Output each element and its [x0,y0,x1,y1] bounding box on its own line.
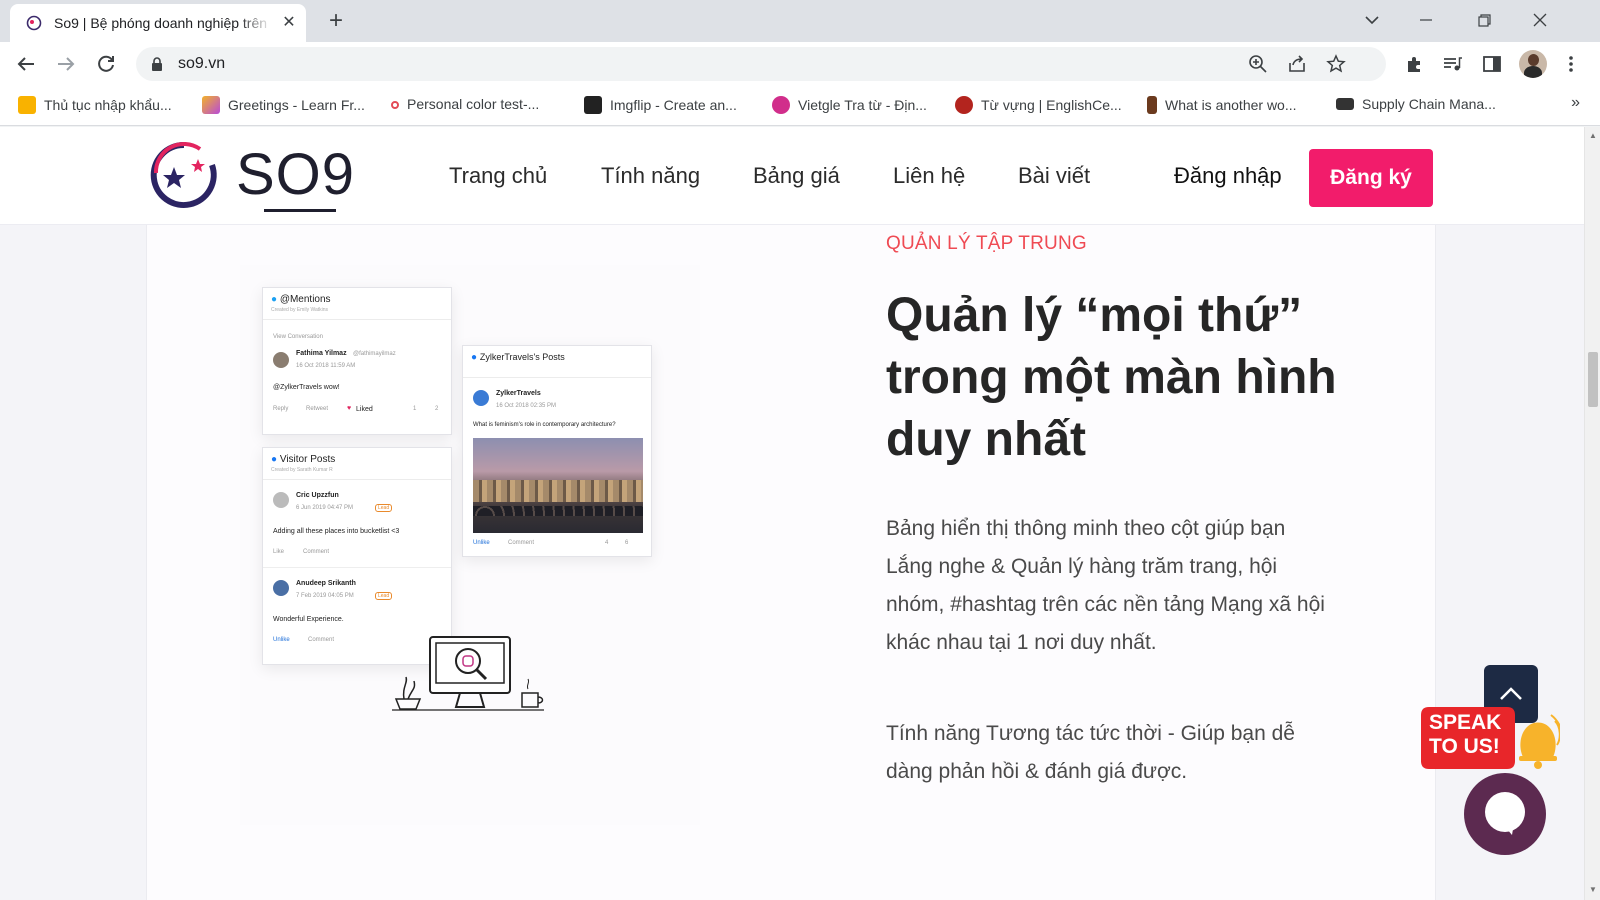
nav-tinh-nang[interactable]: Tính năng [601,163,700,189]
bookmark-item[interactable]: Personal color test-... [391,96,539,116]
section-paragraph-1: Bảng hiển thị thông minh theo cột giúp b… [886,517,1325,654]
media-queue-icon[interactable] [1441,53,1463,75]
section-paragraph-2: Tính năng Tương tác tức thời - Giúp bạn … [886,722,1295,783]
chat-launcher-button[interactable] [1464,773,1546,855]
nav-lien-he[interactable]: Liên hệ [893,163,965,189]
heart-icon: ♥ [347,405,352,412]
new-tab-button[interactable]: + [322,8,350,36]
bookmark-imgflip-icon [584,96,602,114]
section-eyebrow: QUẢN LÝ TẬP TRUNG [886,233,1087,254]
scroll-down-icon[interactable]: ▼ [1588,885,1598,894]
bookmark-edx-icon [1336,98,1354,110]
tab-strip: So9 | Bệ phóng doanh nghiệp trên ✕ + [0,0,1600,42]
so9-favicon-icon [26,15,42,31]
side-panel-icon[interactable] [1481,53,1503,75]
avatar [273,580,289,596]
bookmark-item[interactable]: Từ vựng | EnglishCe... [955,96,1122,116]
bookmark-chart-icon [202,96,220,114]
bookmark-item[interactable]: Thủ tục nhập khẩu... [18,96,172,116]
forward-icon[interactable] [52,50,80,78]
more-menu-icon[interactable] [1560,53,1582,75]
speak-line-1: SPEAK [1429,711,1502,734]
url-text[interactable]: so9.vn [178,55,225,73]
twitter-icon: ● [271,294,278,305]
bookmark-dot-icon [391,101,399,109]
avatar [473,390,489,406]
nav-trang-chu[interactable]: Trang chủ [449,163,547,189]
minimize-icon[interactable] [1412,6,1440,34]
scroll-up-icon[interactable]: ▲ [1588,131,1598,140]
bookmark-item[interactable]: Greetings - Learn Fr... [202,96,365,116]
site-header: SO9 Trang chủ Tính năng Bảng giá Liên hệ… [0,127,1584,225]
share-icon[interactable] [1286,53,1308,75]
facebook-icon: ● [271,454,278,465]
post-photo [473,438,643,533]
profile-avatar[interactable] [1519,50,1547,78]
bookmark-item[interactable]: Imgflip - Create an... [584,96,737,116]
signup-button[interactable]: Đăng ký [1309,149,1433,207]
so9-wordmark: SO9 [236,142,356,207]
page-viewport: SO9 Trang chủ Tính năng Bảng giá Liên hệ… [0,127,1584,900]
browser-toolbar: so9.vn [0,42,1600,86]
tab-title: So9 | Bệ phóng doanh nghiệp trên [54,15,268,31]
bookmarks-overflow-icon[interactable]: » [1571,94,1580,112]
bookmark-4-icon [18,96,36,114]
active-tab[interactable]: So9 | Bệ phóng doanh nghiệp trên ✕ [10,4,306,42]
extensions-icon[interactable] [1403,53,1425,75]
restore-icon[interactable] [1470,6,1498,34]
bookmark-vietgle-icon [772,96,790,114]
feature-illustration: ● @Mentions Created by Emily Watkins Vie… [240,265,700,825]
lock-icon[interactable] [150,56,164,72]
speak-line-2: TO US! [1429,735,1500,758]
tab-search-chevron-icon[interactable] [1358,6,1386,34]
window-close-icon[interactable] [1526,6,1554,34]
monitor-search-icon [392,636,544,711]
so9-logo-icon [150,141,217,208]
login-link[interactable]: Đăng nhập [1174,163,1282,189]
bookmark-h-icon [1147,96,1157,114]
bookmarks-bar: Thủ tục nhập khẩu... Greetings - Learn F… [0,86,1600,126]
zylker-posts-panel: ● ZylkerTravels's Posts ZylkerTravels 16… [462,345,652,557]
wordmark-underline [264,209,336,212]
back-icon[interactable] [12,50,40,78]
section-headline: Quản lý “mọi thứ” trong một màn hình duy… [886,289,1337,466]
speak-to-us-button[interactable]: SPEAK TO US! [1415,699,1560,779]
page-scrollbar[interactable]: ▲ ▼ [1584,127,1600,900]
nav-bai-viet[interactable]: Bài viết [1018,163,1090,189]
reload-icon[interactable] [92,50,120,78]
avatar [273,492,289,508]
bookmark-bubble-icon [955,96,973,114]
bookmark-star-icon[interactable] [1325,53,1347,75]
scrollbar-thumb[interactable] [1588,352,1598,407]
bookmark-item[interactable]: Supply Chain Mana... [1336,96,1496,116]
address-bar[interactable]: so9.vn [136,47,1386,81]
so9-logo[interactable]: SO9 [144,137,364,215]
nav-bang-gia[interactable]: Bảng giá [753,163,840,189]
facebook-icon: ● [471,352,478,363]
avatar [273,352,289,368]
zoom-icon[interactable] [1247,53,1269,75]
bookmark-item[interactable]: What is another wo... [1147,96,1297,116]
mentions-panel: ● @Mentions Created by Emily Watkins Vie… [262,287,452,435]
tab-close-icon[interactable]: ✕ [280,14,298,32]
bookmark-item[interactable]: Vietgle Tra từ - Địn... [772,96,927,116]
